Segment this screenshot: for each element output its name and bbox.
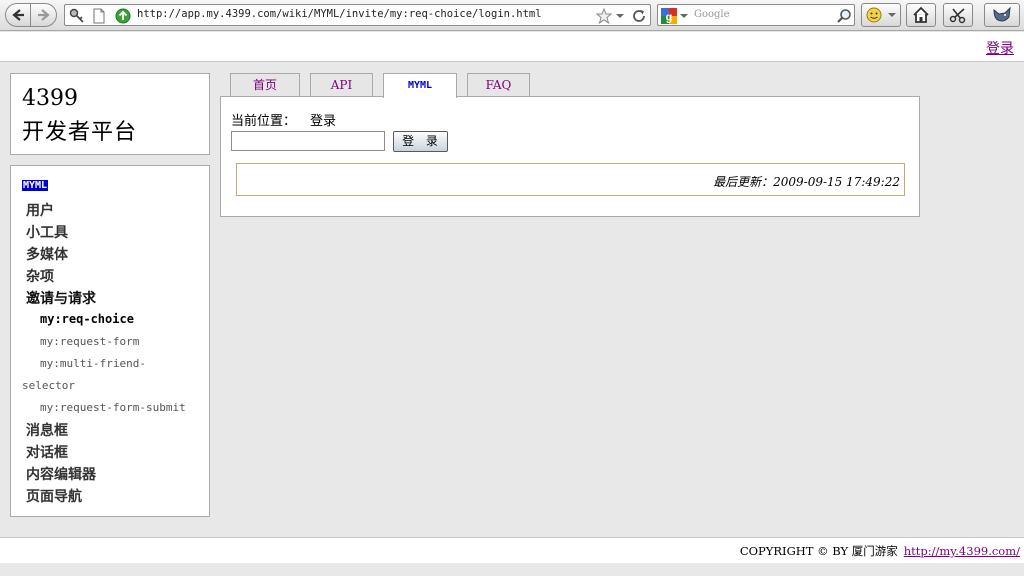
web-page: 登录 4399 开发者平台 MYML 用户 小工具 多媒体 杂项 邀请与请求 m… [0,32,1024,576]
sidebar-item-invites[interactable]: 邀请与请求 [26,288,96,308]
last-updated-text: 最后更新：2009-09-15 17:49:22 [713,175,900,189]
sidebar-subitem-multi-friend-selector[interactable]: my:multi-friend- [40,357,146,370]
sidebar-item-multimedia[interactable]: 多媒体 [26,244,68,264]
sidebar: MYML 用户 小工具 多媒体 杂项 邀请与请求 my:req-choice m… [10,165,210,517]
smiley-icon [866,7,882,23]
top-bar: 登录 [0,32,1024,62]
extension-button[interactable] [984,3,1020,27]
fox-icon [993,6,1011,22]
sidebar-subitem-req-choice[interactable]: my:req-choice [40,312,134,326]
login-link[interactable]: 登录 [986,38,1014,58]
dropdown-arrow-icon [888,13,896,17]
sidebar-item-users[interactable]: 用户 [26,200,54,220]
sidebar-subitem-request-form[interactable]: my:request-form [40,335,139,348]
sidebar-item-misc[interactable]: 杂项 [26,266,54,286]
address-bar[interactable]: http://app.my.4399.com/wiki/MYML/invite/… [64,4,651,26]
tab-myml[interactable]: MYML [383,73,457,98]
breadcrumb-label: 当前位置： [231,114,297,129]
svg-text:g: g [666,12,673,24]
google-icon[interactable]: g [661,8,677,24]
sidebar-item-dialog[interactable]: 对话框 [26,442,68,462]
dropdown-arrow-icon[interactable] [615,8,625,24]
tab-faq[interactable]: FAQ [467,73,530,97]
sidebar-item-page-navigation[interactable]: 页面导航 [26,486,82,506]
breadcrumb: 当前位置： 登录 [231,110,336,129]
search-bar[interactable]: g Google [657,4,855,26]
sidebar-subitem-multi-friend-selector-wrap[interactable]: selector [22,379,75,392]
site-logo: 4399 开发者平台 [10,73,210,155]
dropdown-arrow-icon[interactable] [680,8,688,24]
home-icon [913,6,929,23]
footer: COPYRIGHT © BY 厦门游家 http://my.4399.com/ [0,537,1024,563]
sidebar-heading[interactable]: MYML [22,180,49,191]
tab-home[interactable]: 首页 [230,73,300,97]
main-content: 当前位置： 登录 登 录 最后更新：2009-09-15 17:49:22 [220,96,920,217]
home-button[interactable] [906,3,936,27]
login-button[interactable]: 登 录 [393,131,448,152]
go-icon[interactable] [115,8,131,24]
breadcrumb-current: 登录 [310,114,337,129]
forward-button[interactable] [31,3,57,27]
tab-api[interactable]: API [310,73,373,97]
back-button[interactable] [5,3,31,27]
back-arrow-icon [12,9,24,21]
last-updated-box: 最后更新：2009-09-15 17:49:22 [236,163,905,196]
sidebar-subitem-request-form-submit[interactable]: my:request-form-submit [40,401,186,414]
addon-button[interactable] [861,3,901,27]
footer-text: COPYRIGHT © BY 厦门游家 http://my.4399.com/ [740,543,1020,559]
tools-button[interactable] [943,3,973,27]
logo-line-2: 开发者平台 [22,120,138,145]
reload-icon[interactable] [631,8,647,24]
url-text[interactable]: http://app.my.4399.com/wiki/MYML/invite/… [137,8,542,20]
login-input[interactable] [231,131,385,151]
key-icon [69,8,84,23]
sidebar-item-message-box[interactable]: 消息框 [26,420,68,440]
logo-line-1: 4399 [22,86,78,111]
browser-toolbar: http://app.my.4399.com/wiki/MYML/invite/… [0,0,1024,31]
star-icon[interactable] [596,8,612,24]
magnifier-icon[interactable] [836,8,852,24]
page-icon [93,8,105,24]
sidebar-item-content-editor[interactable]: 内容编辑器 [26,464,96,484]
forward-arrow-icon [37,9,50,21]
sidebar-item-widgets[interactable]: 小工具 [26,222,68,242]
copyright-text: COPYRIGHT © BY 厦门游家 [739,544,898,558]
search-placeholder: Google [694,9,730,20]
scissors-icon [949,8,966,24]
footer-link[interactable]: http://my.4399.com/ [904,544,1020,558]
